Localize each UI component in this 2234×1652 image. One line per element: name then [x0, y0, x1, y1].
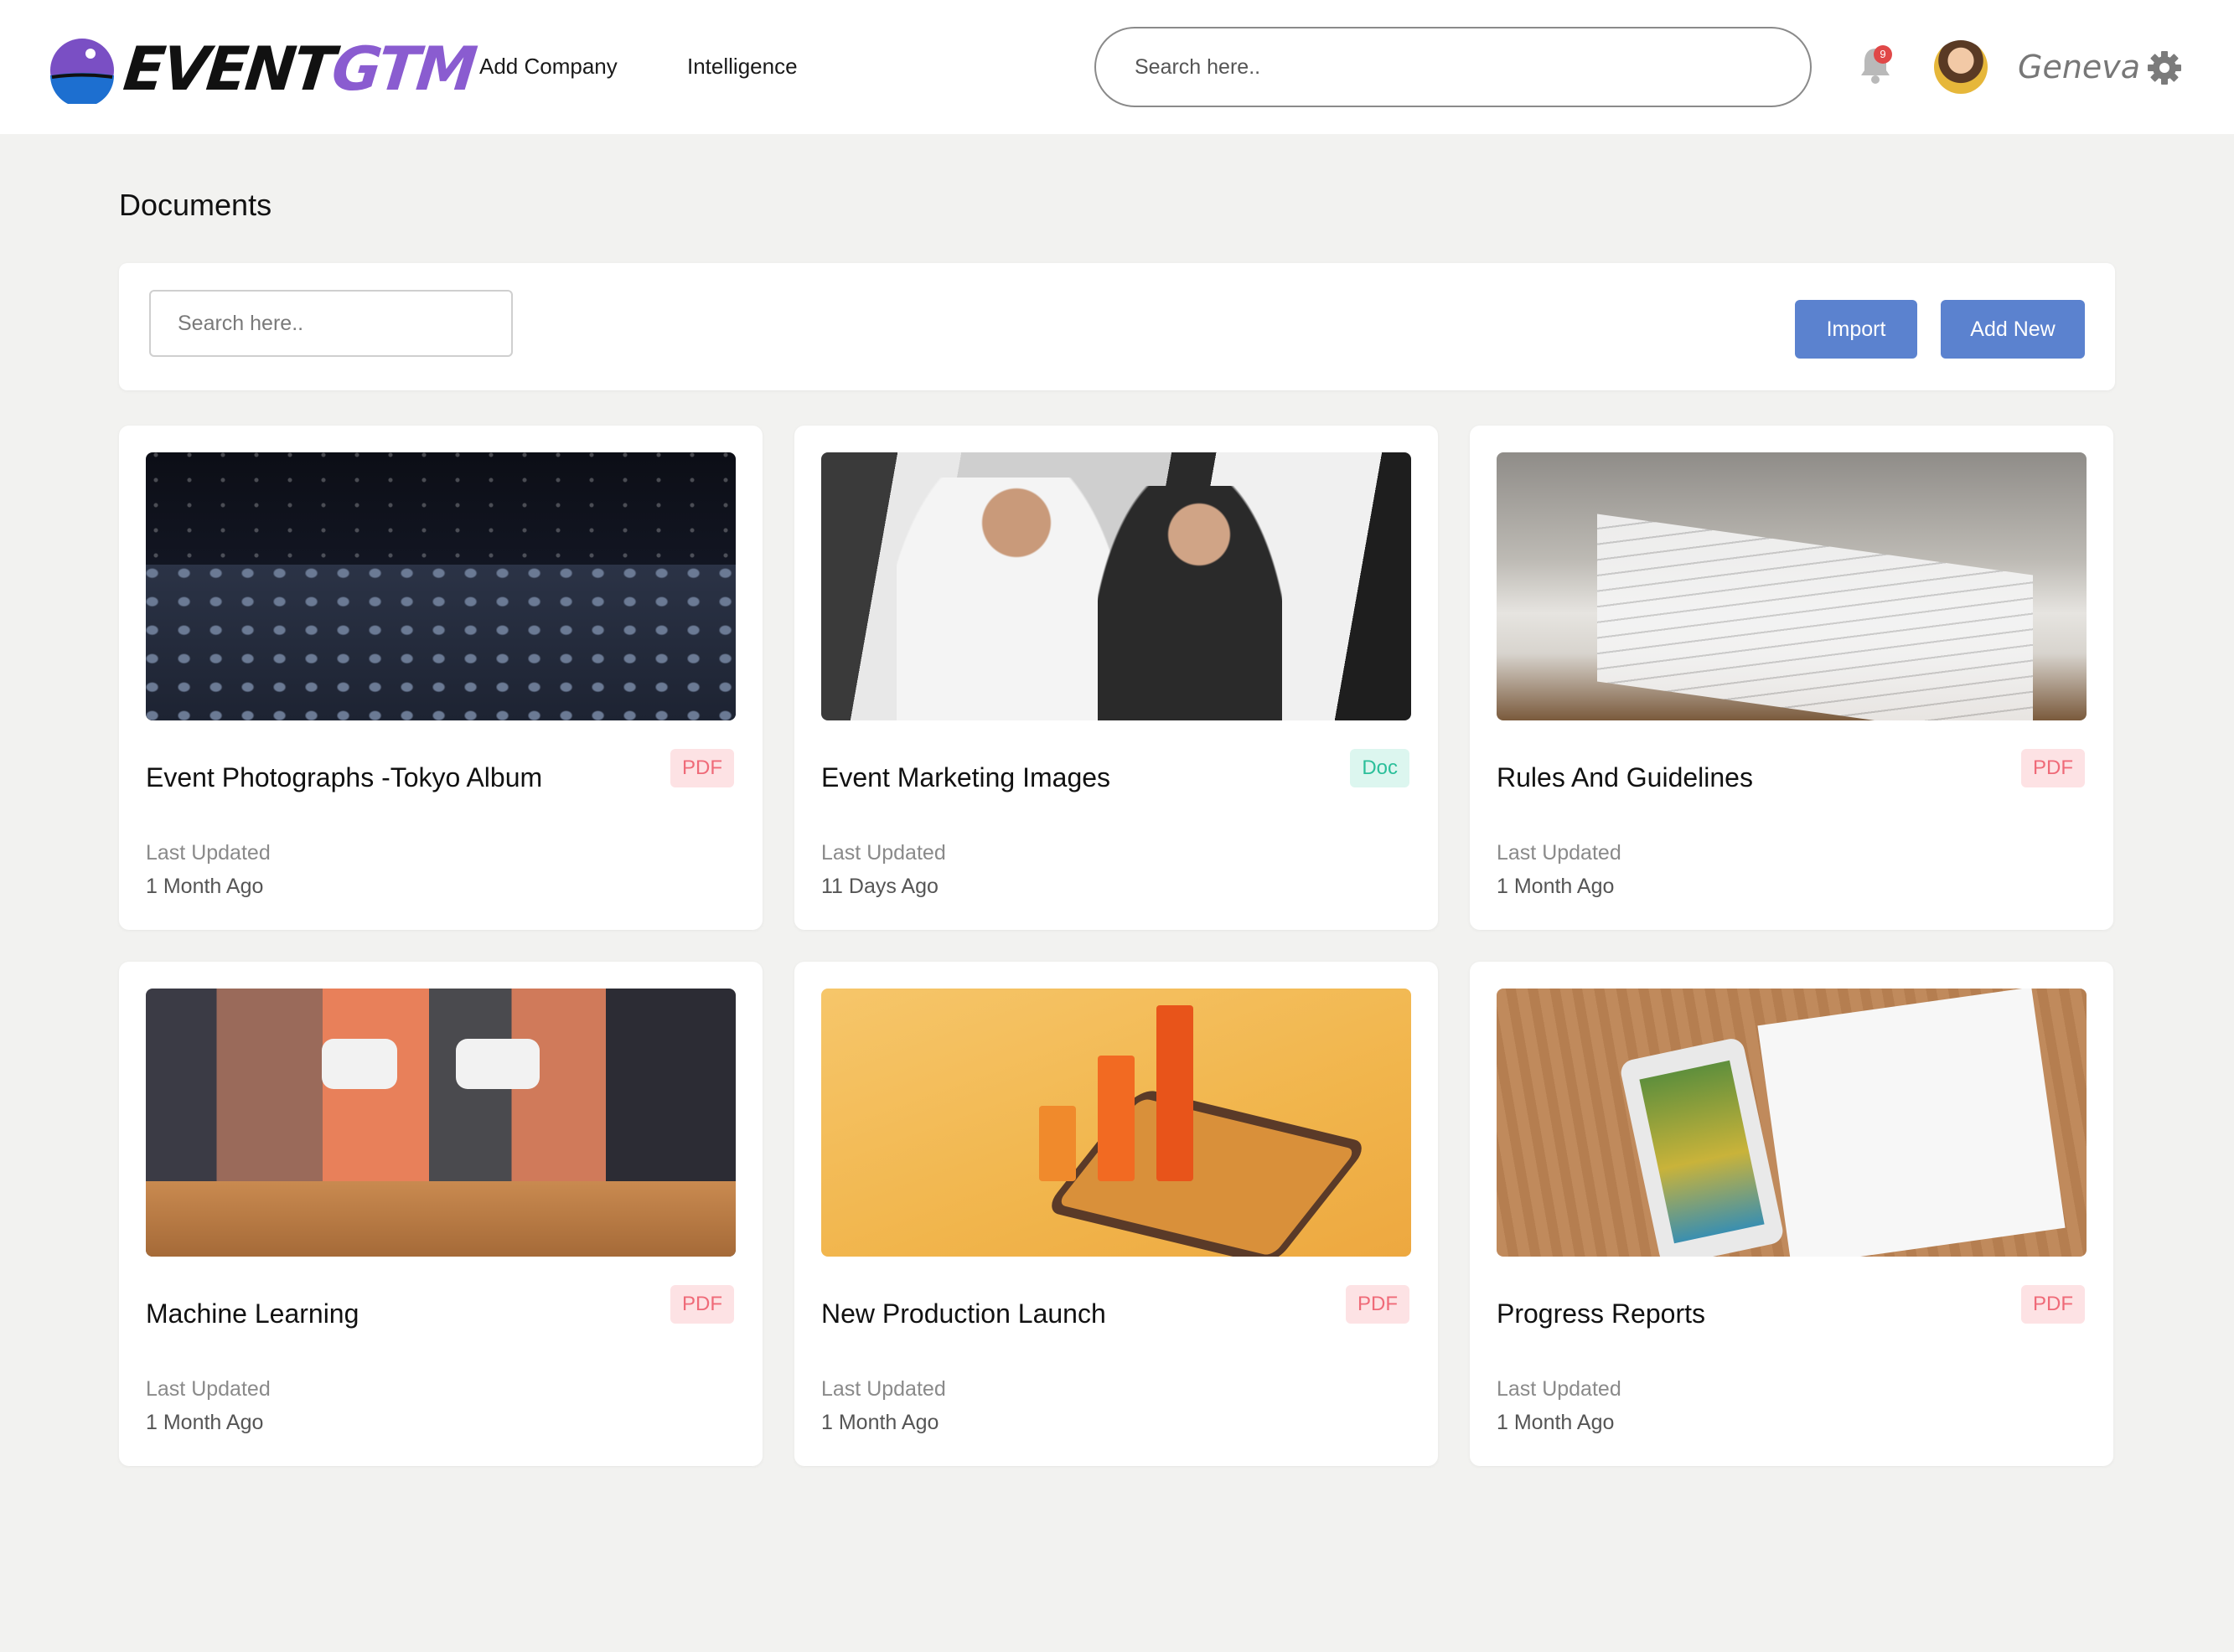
document-type-badge: PDF	[2021, 1285, 2085, 1324]
settings-gear-icon[interactable]	[2147, 50, 2182, 85]
last-updated-label: Last Updated	[1497, 1377, 1621, 1401]
document-title[interactable]: Rules And Guidelines	[1497, 762, 1753, 793]
last-updated-label: Last Updated	[821, 841, 946, 865]
last-updated-value: 1 Month Ago	[1497, 1411, 1615, 1434]
last-updated-label: Last Updated	[146, 1377, 271, 1401]
document-thumbnail[interactable]	[1497, 989, 2087, 1257]
last-updated-value: 1 Month Ago	[1497, 875, 1615, 898]
document-type-badge: PDF	[2021, 749, 2085, 787]
documents-toolbar: Import Add New	[119, 263, 2115, 390]
document-thumbnail[interactable]	[146, 989, 736, 1257]
document-type-badge: PDF	[1346, 1285, 1409, 1324]
import-button[interactable]: Import	[1795, 300, 1917, 359]
document-title[interactable]: New Production Launch	[821, 1298, 1106, 1329]
document-type-badge: PDF	[670, 749, 734, 787]
document-thumbnail[interactable]	[821, 989, 1411, 1257]
document-title[interactable]: Machine Learning	[146, 1298, 359, 1329]
document-type-badge: Doc	[1350, 749, 1409, 787]
document-thumbnail[interactable]	[1497, 452, 2087, 720]
last-updated-value: 11 Days Ago	[821, 875, 939, 898]
page-title: Documents	[119, 188, 272, 222]
last-updated-value: 1 Month Ago	[146, 1411, 264, 1434]
document-card[interactable]: New Production Launch PDF Last Updated 1…	[794, 962, 1438, 1466]
document-title[interactable]: Progress Reports	[1497, 1298, 1705, 1329]
document-card[interactable]: Progress Reports PDF Last Updated 1 Mont…	[1470, 962, 2113, 1466]
document-card[interactable]: Event Photographs -Tokyo Album PDF Last …	[119, 426, 763, 930]
document-title[interactable]: Event Photographs -Tokyo Album	[146, 762, 542, 793]
logo-wordmark: EVENTGTM	[121, 34, 478, 104]
notification-count-badge: 9	[1874, 45, 1892, 64]
document-thumbnail[interactable]	[821, 452, 1411, 720]
document-card[interactable]: Machine Learning PDF Last Updated 1 Mont…	[119, 962, 763, 1466]
document-card[interactable]: Rules And Guidelines PDF Last Updated 1 …	[1470, 426, 2113, 930]
document-thumbnail[interactable]	[146, 452, 736, 720]
logo-text-gtm: GTM	[328, 34, 478, 104]
add-new-button[interactable]: Add New	[1941, 300, 2085, 359]
document-title[interactable]: Event Marketing Images	[821, 762, 1110, 793]
logo-text-event: EVENT	[120, 34, 336, 104]
document-card[interactable]: Event Marketing Images Doc Last Updated …	[794, 426, 1438, 930]
last-updated-value: 1 Month Ago	[146, 875, 264, 898]
nav-intelligence[interactable]: Intelligence	[687, 54, 798, 80]
top-navigation-bar: EVENTGTM Add Company Intelligence 9 Gene…	[0, 0, 2234, 134]
last-updated-label: Last Updated	[1497, 841, 1621, 865]
eventgtm-logo[interactable]: EVENTGTM	[47, 32, 478, 106]
user-avatar[interactable]	[1934, 40, 1988, 94]
last-updated-label: Last Updated	[821, 1377, 946, 1401]
document-type-badge: PDF	[670, 1285, 734, 1324]
last-updated-label: Last Updated	[146, 841, 271, 865]
logo-icon	[50, 39, 114, 104]
last-updated-value: 1 Month Ago	[821, 1411, 939, 1434]
user-name[interactable]: Geneva	[2018, 49, 2140, 85]
nav-add-company[interactable]: Add Company	[479, 54, 618, 80]
global-search-input[interactable]	[1094, 27, 1812, 107]
documents-search-input[interactable]	[149, 290, 513, 357]
